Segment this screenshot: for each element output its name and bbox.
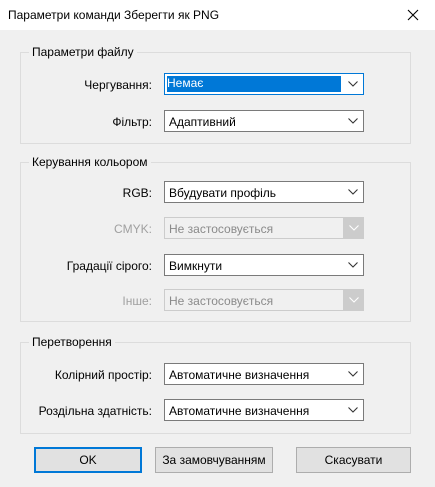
rgb-select[interactable]: Вбудувати профіль <box>164 181 364 203</box>
filter-select[interactable]: Адаптивний <box>164 110 364 132</box>
color-space-value: Автоматичне визначення <box>169 368 310 382</box>
window-title: Параметри команди Зберегти як PNG <box>8 8 220 22</box>
defaults-button[interactable]: За замовчуванням <box>155 447 273 473</box>
cmyk-select: Не застосовується <box>164 217 364 239</box>
close-icon <box>407 9 419 21</box>
color-management-legend: Керування кольором <box>29 155 151 169</box>
file-options-legend: Параметри файлу <box>29 45 137 59</box>
chevron-down-icon <box>343 74 363 94</box>
chevron-down-icon <box>343 255 363 275</box>
cancel-button[interactable]: Скасувати <box>296 447 411 473</box>
chevron-down-icon <box>343 217 364 239</box>
resolution-label: Роздільна здатність: <box>38 404 152 418</box>
resolution-value: Автоматичне визначення <box>169 404 310 418</box>
ok-button[interactable]: OK <box>34 447 142 473</box>
chevron-down-icon <box>343 400 363 420</box>
chevron-down-icon <box>343 111 363 131</box>
chevron-down-icon <box>343 364 363 384</box>
chevron-down-icon <box>343 289 364 311</box>
cmyk-label: CMYK: <box>113 222 152 236</box>
cmyk-value: Не застосовується <box>169 222 274 236</box>
chevron-down-icon <box>343 182 363 202</box>
grayscale-label: Градації сірого: <box>66 259 152 273</box>
other-select: Не застосовується <box>164 289 364 311</box>
other-label: Інше: <box>122 294 152 308</box>
png-export-dialog: Параметри команди Зберегти як PNG Параме… <box>0 0 435 487</box>
grayscale-select[interactable]: Вимкнути <box>164 254 364 276</box>
conversion-legend: Перетворення <box>29 335 115 349</box>
other-value: Не застосовується <box>169 294 274 308</box>
grayscale-value: Вимкнути <box>169 259 223 273</box>
resolution-select[interactable]: Автоматичне визначення <box>164 399 364 421</box>
filter-value: Адаптивний <box>169 115 236 129</box>
interlace-label: Чергування: <box>84 78 152 92</box>
filter-label: Фільтр: <box>112 115 152 129</box>
color-space-label: Колірний простір: <box>54 368 152 382</box>
close-button[interactable] <box>391 0 435 30</box>
rgb-value: Вбудувати профіль <box>169 186 277 200</box>
color-space-select[interactable]: Автоматичне визначення <box>164 363 364 385</box>
interlace-select[interactable]: Немає <box>164 73 364 95</box>
interlace-value: Немає <box>167 76 204 90</box>
title-bar: Параметри команди Зберегти як PNG <box>0 0 435 30</box>
rgb-label: RGB: <box>122 186 152 200</box>
